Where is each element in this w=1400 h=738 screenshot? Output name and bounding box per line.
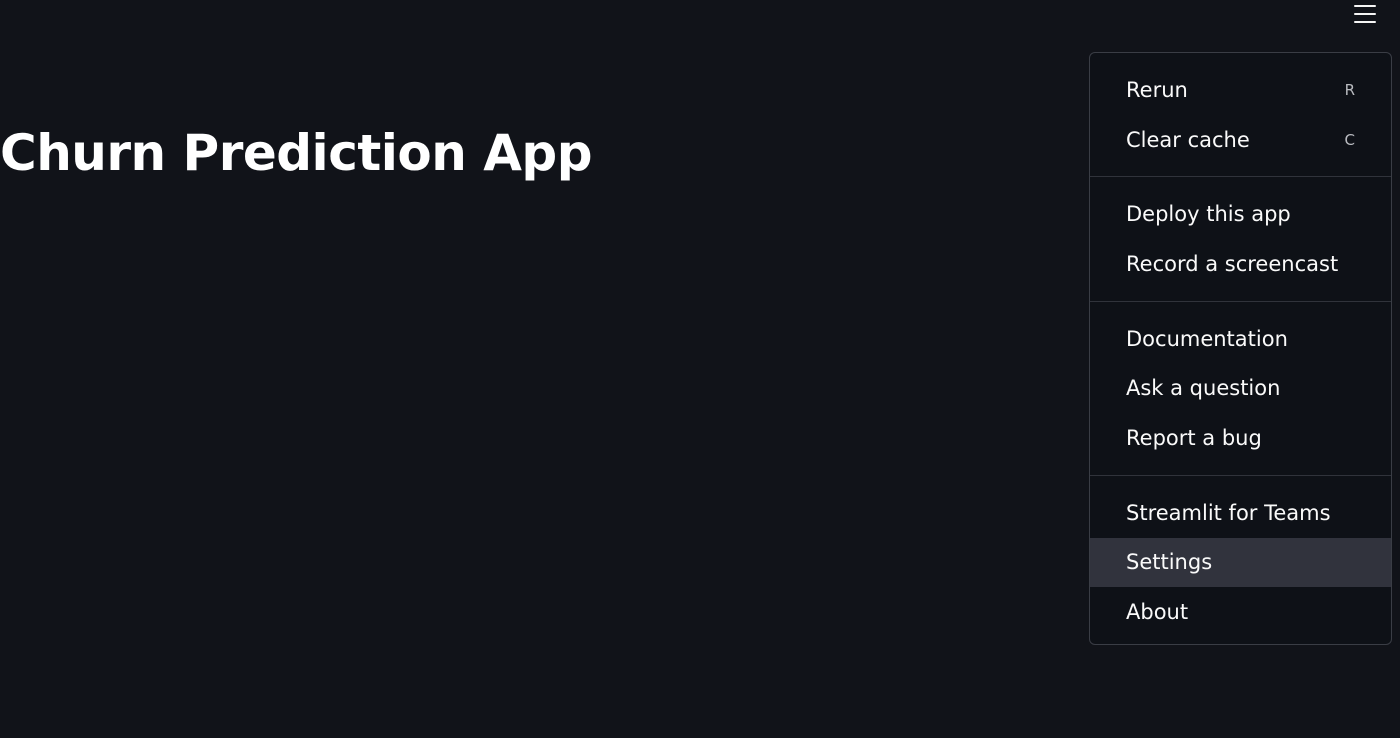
page-title: Churn Prediction App	[0, 124, 593, 182]
menu-item-report-a-bug[interactable]: Report a bug	[1090, 413, 1391, 463]
menu-item-rerun[interactable]: Rerun R	[1090, 65, 1391, 115]
menu-item-deploy-this-app[interactable]: Deploy this app	[1090, 189, 1391, 239]
menu-item-label: Streamlit for Teams	[1126, 500, 1331, 525]
menu-group-help: Documentation Ask a question Report a bu…	[1090, 314, 1391, 463]
menu-item-shortcut: C	[1344, 130, 1355, 149]
menu-item-label: Rerun	[1126, 77, 1188, 102]
menu-item-label: Report a bug	[1126, 425, 1262, 450]
menu-item-label: Clear cache	[1126, 127, 1250, 152]
menu-item-record-screencast[interactable]: Record a screencast	[1090, 239, 1391, 289]
menu-item-shortcut: R	[1344, 80, 1355, 99]
menu-item-documentation[interactable]: Documentation	[1090, 314, 1391, 364]
main-menu-dropdown: Rerun R Clear cache C Deploy this app Re…	[1089, 52, 1392, 645]
main-menu-button[interactable]	[1346, 0, 1384, 26]
menu-item-about[interactable]: About	[1090, 587, 1391, 637]
menu-item-streamlit-for-teams[interactable]: Streamlit for Teams	[1090, 488, 1391, 538]
menu-item-label: Record a screencast	[1126, 251, 1339, 276]
menu-item-label: Deploy this app	[1126, 202, 1291, 227]
menu-group-deploy: Deploy this app Record a screencast	[1090, 189, 1391, 288]
menu-item-label: Documentation	[1126, 326, 1288, 351]
hamburger-menu-icon	[1354, 4, 1376, 23]
menu-item-settings[interactable]: Settings	[1090, 537, 1391, 588]
menu-item-label: About	[1126, 600, 1189, 625]
menu-item-label: Settings	[1126, 550, 1213, 575]
menu-group-app-actions: Rerun R Clear cache C	[1090, 65, 1391, 164]
menu-item-ask-a-question[interactable]: Ask a question	[1090, 363, 1391, 413]
menu-item-label: Ask a question	[1126, 376, 1281, 401]
menu-item-clear-cache[interactable]: Clear cache C	[1090, 115, 1391, 165]
app-root: Churn Prediction App Rerun R Clear cache…	[0, 0, 1400, 738]
menu-group-more: Streamlit for Teams Settings About	[1090, 488, 1391, 637]
